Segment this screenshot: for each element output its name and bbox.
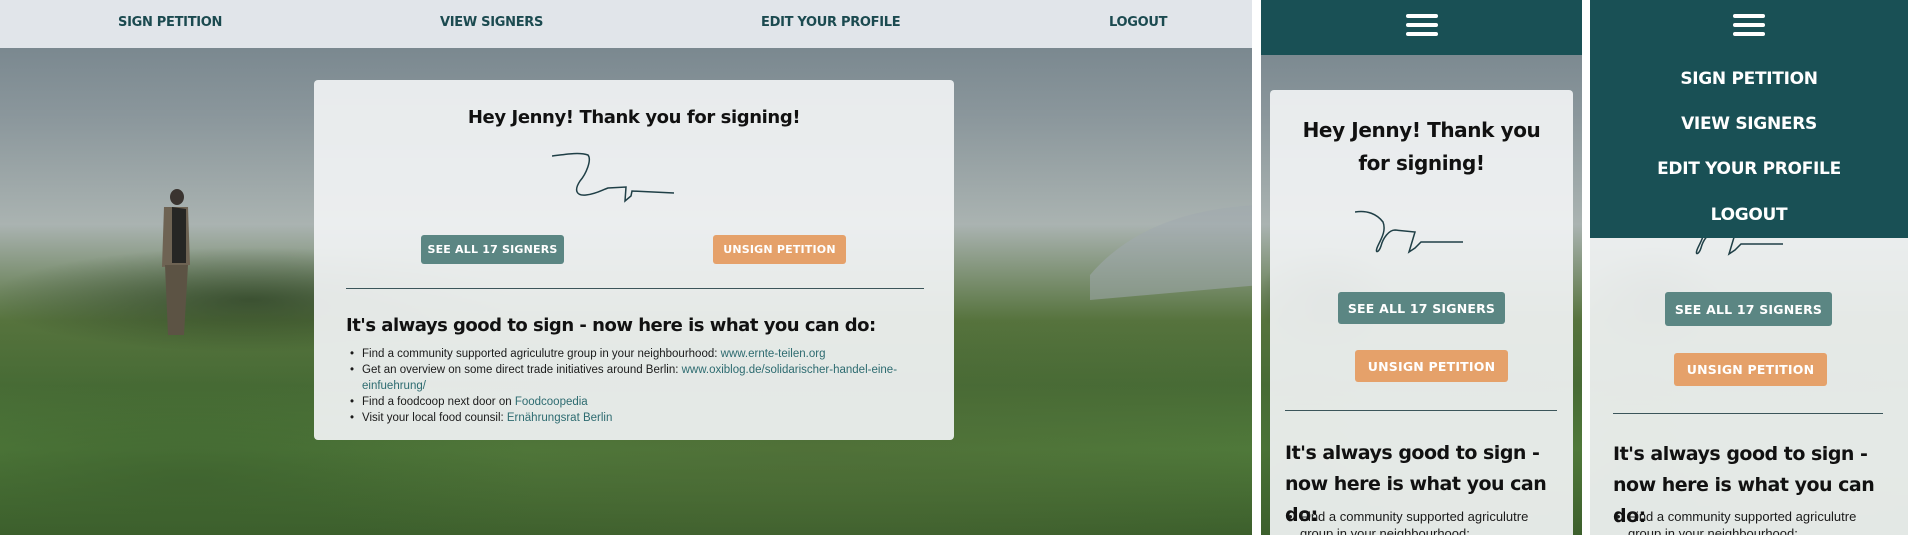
unsign-petition-button[interactable]: UNSIGN PETITION	[1674, 353, 1827, 386]
unsign-petition-button[interactable]: UNSIGN PETITION	[713, 235, 846, 264]
nav-sign-petition[interactable]: SIGN PETITION	[118, 15, 222, 30]
list-item-text: Visit your local food counsil:	[362, 412, 507, 424]
unsign-petition-button[interactable]: UNSIGN PETITION	[1355, 350, 1508, 382]
hamburger-menu-icon[interactable]	[1733, 14, 1765, 36]
desktop-view: SIGN PETITION VIEW SIGNERS EDIT YOUR PRO…	[0, 0, 1252, 535]
mobile-nav-menu: SIGN PETITION VIEW SIGNERS EDIT YOUR PRO…	[1590, 0, 1908, 238]
thank-you-heading: Hey Jenny! Thank you for signing!	[467, 107, 801, 128]
suggestion-list: Find a community supported agriculutre g…	[1288, 508, 1560, 535]
list-item-text: Find a foodcoop next door on	[362, 396, 515, 408]
foodcoopedia-link[interactable]: Foodcoopedia	[515, 396, 588, 408]
nav-logout[interactable]: LOGOUT	[1109, 15, 1168, 30]
divider	[1613, 413, 1883, 414]
separator	[1252, 0, 1261, 535]
list-item: Find a community supported agriculutre g…	[350, 346, 922, 362]
thank-you-card: Hey Jenny! Thank you for signing! SEE AL…	[314, 80, 954, 440]
thank-you-heading: Hey Jenny! Thank you for signing!	[1302, 118, 1541, 175]
list-item: Find a foodcoop next door on Foodcoopedi…	[350, 394, 922, 410]
hamburger-menu-icon[interactable]	[1406, 14, 1438, 36]
suggestion-list: Find a community supported agriculutre g…	[1616, 508, 1888, 535]
list-item: Find a community supported agriculutre g…	[1616, 508, 1888, 535]
divider	[1285, 410, 1557, 411]
thank-you-card: Hey Jenny! Thank you for signing! SEE AL…	[1270, 90, 1573, 535]
farmer-figure	[162, 189, 190, 335]
separator	[1582, 0, 1590, 535]
top-navigation: SIGN PETITION VIEW SIGNERS EDIT YOUR PRO…	[0, 0, 1252, 48]
list-item-text: Find a community supported agriculutre g…	[362, 348, 721, 360]
see-all-signers-button[interactable]: SEE ALL 17 SIGNERS	[1338, 292, 1505, 324]
list-item: Find a community supported agriculutre g…	[1288, 508, 1560, 535]
list-item-text: Get an overview on some direct trade ini…	[362, 364, 682, 376]
nav-logout[interactable]: LOGOUT	[1590, 205, 1908, 225]
nav-view-signers[interactable]: VIEW SIGNERS	[440, 15, 543, 30]
list-item: Visit your local food counsil: Ernährung…	[350, 410, 922, 426]
ernte-teilen-link[interactable]: www.ernte-teilen.org	[721, 348, 826, 360]
see-all-signers-button[interactable]: SEE ALL 17 SIGNERS	[421, 235, 564, 264]
mobile-view-menu-open: SEE ALL 17 SIGNERS UNSIGN PETITION It's …	[1590, 0, 1908, 535]
list-item: Get an overview on some direct trade ini…	[350, 362, 922, 394]
see-all-signers-button[interactable]: SEE ALL 17 SIGNERS	[1665, 292, 1832, 326]
nav-view-signers[interactable]: VIEW SIGNERS	[1590, 114, 1908, 134]
mobile-header	[1261, 0, 1582, 55]
signature-image	[1355, 210, 1463, 254]
suggestion-list: Find a community supported agriculutre g…	[350, 346, 922, 426]
info-heading: It's always good to sign - now here is w…	[346, 315, 876, 336]
greenhouse-shape	[1090, 205, 1252, 300]
divider	[346, 288, 924, 289]
signature-image	[552, 152, 675, 203]
mobile-view-collapsed: Hey Jenny! Thank you for signing! SEE AL…	[1261, 0, 1582, 535]
nav-edit-profile[interactable]: EDIT YOUR PROFILE	[761, 15, 901, 30]
ernaehrungsrat-link[interactable]: Ernährungsrat Berlin	[507, 412, 612, 424]
nav-edit-profile[interactable]: EDIT YOUR PROFILE	[1590, 159, 1908, 179]
nav-sign-petition[interactable]: SIGN PETITION	[1590, 69, 1908, 89]
